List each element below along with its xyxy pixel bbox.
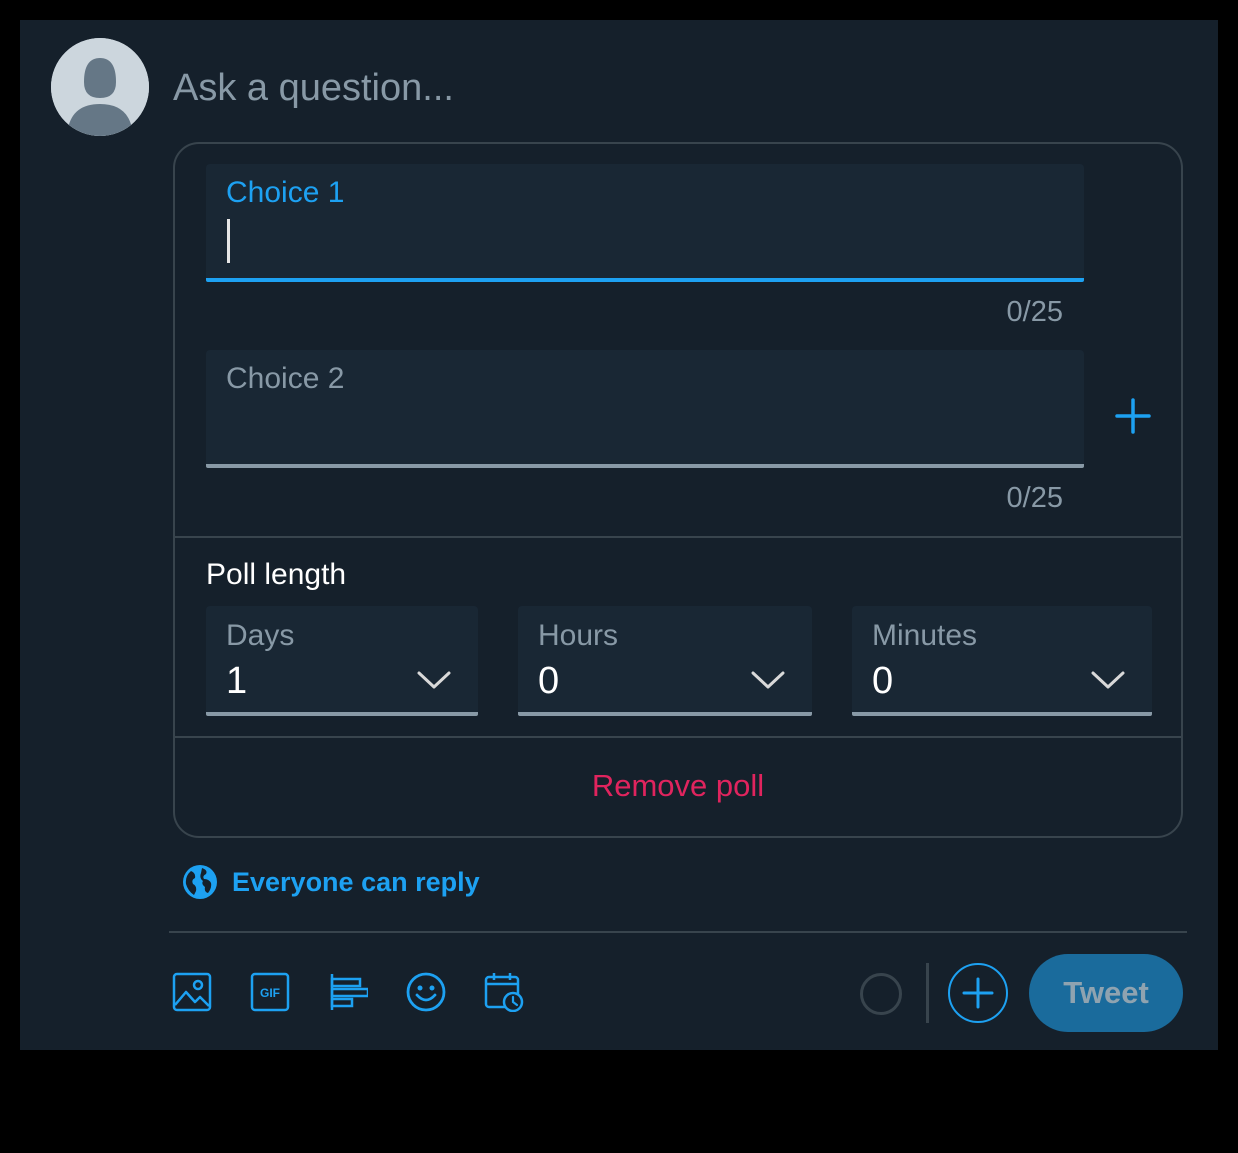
- choice-1-label: Choice 1: [226, 176, 345, 209]
- choice-2-field[interactable]: Choice 2: [206, 350, 1084, 468]
- add-tweet-button[interactable]: [948, 963, 1008, 1023]
- hours-value: 0: [538, 660, 560, 702]
- choice-2-label: Choice 2: [226, 362, 345, 395]
- choice-1-input[interactable]: [226, 220, 1066, 262]
- avatar[interactable]: [51, 38, 149, 136]
- default-profile-icon: [51, 38, 149, 136]
- days-label: Days: [226, 619, 295, 652]
- add-poll-button[interactable]: [326, 970, 370, 1014]
- days-select[interactable]: Days 1: [206, 606, 478, 716]
- character-count-ring: [860, 973, 902, 1015]
- toolbar-vertical-divider: [926, 963, 929, 1023]
- poll-icon: [330, 974, 368, 1010]
- poll-section-divider: [175, 536, 1181, 538]
- choice-2-input[interactable]: [226, 406, 1066, 448]
- question-input[interactable]: [173, 60, 773, 116]
- chevron-down-icon: [1091, 671, 1125, 689]
- add-gif-button[interactable]: GIF: [248, 970, 292, 1014]
- minutes-label: Minutes: [872, 619, 978, 652]
- schedule-button[interactable]: [482, 970, 526, 1014]
- plus-icon: [962, 977, 994, 1009]
- choice-1-counter: 0/25: [1006, 296, 1063, 328]
- gif-icon: GIF: [250, 972, 290, 1012]
- image-icon: [172, 972, 212, 1012]
- reply-setting-label: Everyone can reply: [232, 866, 480, 897]
- choice-1-field[interactable]: Choice 1: [206, 164, 1084, 282]
- emoji-icon: [406, 972, 446, 1012]
- chevron-down-icon: [751, 671, 785, 689]
- minutes-value: 0: [872, 660, 894, 702]
- days-value: 1: [226, 660, 248, 702]
- hours-label: Hours: [538, 619, 619, 652]
- hours-select[interactable]: Hours 0: [518, 606, 812, 716]
- tweet-button[interactable]: Tweet: [1029, 954, 1183, 1032]
- gif-text: GIF: [260, 986, 280, 1000]
- choice-2-counter: 0/25: [1006, 482, 1063, 514]
- add-media-button[interactable]: [170, 970, 214, 1014]
- globe-icon: [183, 865, 217, 899]
- chevron-down-icon: [417, 671, 451, 689]
- schedule-icon: [484, 973, 524, 1012]
- remove-poll-button[interactable]: Remove poll: [175, 768, 1181, 804]
- remove-poll-divider: [175, 736, 1181, 738]
- reply-setting-button[interactable]: Everyone can reply: [182, 864, 480, 900]
- add-choice-button[interactable]: [1113, 396, 1153, 436]
- poll-length-label: Poll length: [206, 558, 347, 591]
- toolbar-divider: [169, 931, 1187, 933]
- tweet-composer: Choice 1 0/25 Choice 2 0/25 Poll length …: [20, 20, 1218, 1050]
- minutes-select[interactable]: Minutes 0: [852, 606, 1152, 716]
- plus-icon: [1115, 398, 1151, 434]
- poll-card: Choice 1 0/25 Choice 2 0/25 Poll length …: [173, 142, 1183, 838]
- add-emoji-button[interactable]: [404, 970, 448, 1014]
